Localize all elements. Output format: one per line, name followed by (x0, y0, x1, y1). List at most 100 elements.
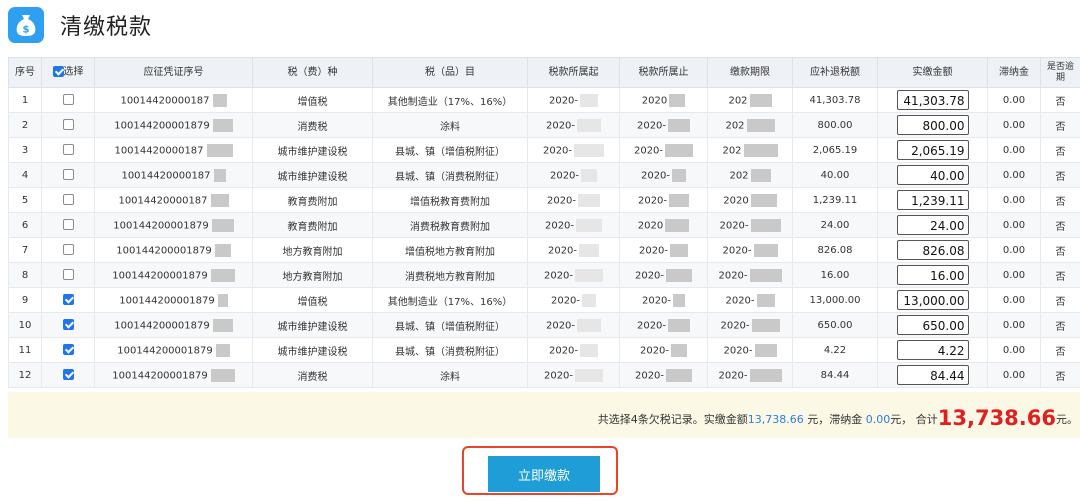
cell-period-end: 2020- (619, 137, 708, 163)
paid-amount-input[interactable]: 40.00 (896, 165, 969, 185)
cell-item: 消费税教育费附加 (372, 212, 528, 238)
cell-paid[interactable]: 13,000.00 (877, 287, 988, 313)
cell-paid[interactable]: 2,065.19 (877, 137, 988, 163)
redaction-block (753, 243, 778, 257)
cell-select[interactable] (41, 312, 95, 338)
cell-select[interactable] (41, 262, 95, 288)
row-checkbox[interactable] (62, 144, 74, 156)
cell-tax-type: 城市维护建设税 (252, 312, 373, 338)
voucher-text: 100144200001879 (114, 320, 210, 331)
period-end-text: 2020- (639, 345, 670, 356)
row-checkbox[interactable] (62, 269, 74, 281)
summary-total: 13,738.66 (937, 406, 1056, 430)
paid-amount-input[interactable]: 800.00 (896, 115, 969, 135)
cell-paid[interactable]: 16.00 (877, 262, 988, 288)
period-start-text: 2020- (545, 120, 576, 131)
cell-overdue: 否 (1040, 212, 1080, 238)
cell-period-end: 2020- (619, 287, 708, 313)
cell-voucher: 100144200001879 (94, 212, 253, 238)
period-end-text: 2020 (641, 95, 668, 106)
page-title: 清缴税款 (60, 15, 153, 40)
cell-paid[interactable]: 800.00 (877, 112, 988, 138)
period-end-text: 2020- (636, 320, 667, 331)
cell-select[interactable] (41, 187, 95, 213)
paid-amount-input[interactable]: 4.22 (896, 340, 969, 360)
summary-late-fee: 0.00 (865, 413, 891, 426)
cell-deadline: 2020- (707, 362, 793, 388)
redaction-block (574, 143, 605, 157)
period-start-text: 2020- (548, 95, 579, 106)
cell-paid[interactable]: 41,303.78 (877, 87, 988, 113)
row-checkbox[interactable] (62, 294, 74, 306)
table-row: 6 100144200001879 教育费附加 消费税教育费附加 2020- 2020 20… (8, 212, 1080, 238)
pay-now-button[interactable]: 立即缴款 (488, 456, 600, 492)
redaction-block (666, 368, 693, 382)
row-checkbox[interactable] (62, 369, 74, 381)
cell-select[interactable] (41, 362, 95, 388)
period-start-text: 2020- (544, 220, 575, 231)
cell-paid[interactable]: 24.00 (877, 212, 988, 238)
period-start-text: 2020- (547, 245, 578, 256)
cell-deadline: 2020- (707, 262, 793, 288)
deadline-text: 2020 (723, 195, 749, 206)
row-checkbox[interactable] (62, 94, 74, 106)
table-header-row: 序号 选择 应征凭证序号 税（费）种 税（品）目 税款所属起 税款所属止 缴款期… (8, 57, 1080, 88)
cell-select[interactable] (41, 87, 95, 113)
cell-paid[interactable]: 826.08 (877, 237, 988, 263)
cell-deadline: 2020- (707, 312, 793, 338)
cell-late-fee: 0.00 (987, 87, 1041, 113)
redaction-block (215, 343, 230, 357)
paid-amount-input[interactable]: 84.44 (896, 365, 969, 385)
cell-deadline: 2020- (707, 237, 793, 263)
paid-amount-input[interactable]: 24.00 (896, 215, 969, 235)
row-checkbox[interactable] (62, 219, 74, 231)
cell-select[interactable] (41, 137, 95, 163)
paid-amount-input[interactable]: 1,239.11 (896, 190, 969, 210)
cell-item: 其他制造业（17%、16%） (372, 287, 528, 313)
cell-item: 县城、镇（消费税附征） (372, 162, 528, 188)
cell-period-end: 2020- (619, 162, 708, 188)
cell-voucher: 100144200001879 (94, 112, 253, 138)
select-all-checkbox[interactable] (52, 66, 64, 78)
paid-amount-input[interactable]: 826.08 (896, 240, 969, 260)
cell-select[interactable] (41, 287, 95, 313)
cell-select[interactable] (41, 337, 95, 363)
redaction-block (217, 293, 228, 307)
row-checkbox[interactable] (62, 319, 74, 331)
cell-select[interactable] (41, 212, 95, 238)
paid-amount-input[interactable]: 13,000.00 (896, 290, 969, 310)
table-row: 9 100144200001879 增值税 其他制造业（17%、16%） 2020- 20… (8, 287, 1080, 313)
row-checkbox[interactable] (62, 169, 74, 181)
cell-period-start: 2020- (527, 312, 620, 338)
cell-select[interactable] (41, 112, 95, 138)
cell-select[interactable] (41, 162, 95, 188)
cell-due: 24.00 (792, 212, 878, 238)
paid-amount-input[interactable]: 650.00 (896, 315, 969, 335)
table-row: 8 100144200001879 地方教育附加 消费税地方教育附加 2020- 2020… (8, 262, 1080, 288)
cell-seq: 5 (8, 187, 42, 213)
row-checkbox[interactable] (62, 119, 74, 131)
row-checkbox[interactable] (62, 194, 74, 206)
cell-paid[interactable]: 4.22 (877, 337, 988, 363)
cell-voucher: 100144200001879 (94, 362, 253, 388)
cell-paid[interactable]: 1,239.11 (877, 187, 988, 213)
cell-paid[interactable]: 650.00 (877, 312, 988, 338)
deadline-text: 2020- (723, 345, 753, 356)
cell-late-fee: 0.00 (987, 337, 1041, 363)
row-checkbox[interactable] (62, 344, 74, 356)
col-header-select[interactable]: 选择 (41, 57, 95, 88)
paid-amount-input[interactable]: 41,303.78 (896, 90, 969, 110)
cell-paid[interactable]: 40.00 (877, 162, 988, 188)
row-checkbox[interactable] (62, 244, 74, 256)
voucher-text: 100144200001879 (113, 220, 209, 231)
period-end-text: 2020- (634, 270, 665, 281)
redaction-block (668, 118, 691, 132)
voucher-text: 10014420000187 (114, 145, 204, 156)
paid-amount-input[interactable]: 16.00 (896, 265, 969, 285)
paid-amount-input[interactable]: 2,065.19 (896, 140, 969, 160)
redaction-block (577, 318, 602, 332)
cell-paid[interactable]: 84.44 (877, 362, 988, 388)
cell-select[interactable] (41, 237, 95, 263)
cell-overdue: 否 (1040, 162, 1080, 188)
period-start-text: 2020- (548, 345, 579, 356)
